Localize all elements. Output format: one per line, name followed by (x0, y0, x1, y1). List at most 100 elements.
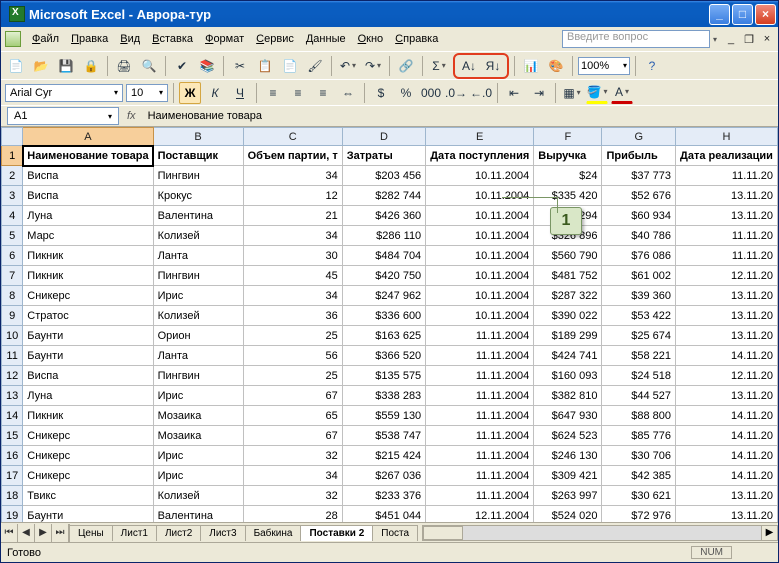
cell[interactable]: $85 776 (602, 426, 676, 446)
tab-last-button[interactable]: ⏭ (52, 524, 69, 542)
save-button[interactable]: 💾 (55, 55, 77, 77)
cell[interactable]: $286 110 (342, 226, 425, 246)
row-header-9[interactable]: 9 (2, 306, 23, 326)
name-box[interactable]: A1▾ (7, 107, 119, 125)
cell[interactable]: Виспа (23, 166, 153, 186)
cell[interactable]: 32 (243, 446, 342, 466)
cell[interactable]: Ирис (153, 286, 243, 306)
col-header-A[interactable]: A (23, 128, 153, 146)
sheet-tab-0[interactable]: Цены (69, 525, 113, 541)
row-header-19[interactable]: 19 (2, 506, 23, 523)
cell[interactable]: $247 962 (342, 286, 425, 306)
cell[interactable]: 10.11.2004 (426, 226, 534, 246)
sort-descending-button[interactable]: Я↓ (482, 55, 504, 77)
excel-doc-icon[interactable] (5, 31, 21, 47)
font-color-button[interactable]: A (611, 82, 633, 104)
undo-button[interactable]: ↶ (337, 55, 359, 77)
col-header-E[interactable]: E (426, 128, 534, 146)
cell[interactable]: $30 621 (602, 486, 676, 506)
chart-wizard-button[interactable]: 📊 (520, 55, 542, 77)
cell[interactable]: 13.11.20 (676, 386, 778, 406)
cell[interactable]: 13.11.20 (676, 306, 778, 326)
redo-button[interactable]: ↷ (362, 55, 384, 77)
drawing-button[interactable]: 🎨 (545, 55, 567, 77)
cell[interactable]: $282 744 (342, 186, 425, 206)
cell[interactable]: Сникерс (23, 466, 153, 486)
row-header-2[interactable]: 2 (2, 166, 23, 186)
menu-окно[interactable]: Окно (352, 30, 390, 48)
maximize-button[interactable]: □ (732, 4, 753, 25)
cell[interactable]: Баунти (23, 326, 153, 346)
scrollbar-thumb[interactable] (423, 526, 463, 540)
cell[interactable]: Сникерс (23, 426, 153, 446)
sheet-tab-4[interactable]: Бабкина (245, 525, 302, 541)
increase-indent-button[interactable]: ⇥ (528, 82, 550, 104)
cell[interactable]: $366 520 (342, 346, 425, 366)
col-header-B[interactable]: B (153, 128, 243, 146)
font-name-combo[interactable]: Arial Cyr▾ (5, 84, 123, 102)
cell[interactable]: 11.11.20 (676, 246, 778, 266)
merge-center-button[interactable]: ⇔ (337, 82, 359, 104)
cell[interactable]: 14.11.20 (676, 466, 778, 486)
cell[interactable]: Валентина (153, 506, 243, 523)
italic-button[interactable]: К (204, 82, 226, 104)
cell[interactable]: $267 036 (342, 466, 425, 486)
cell[interactable]: $559 130 (342, 406, 425, 426)
header-cell[interactable]: Дата реализации (676, 146, 778, 166)
cell[interactable]: $58 221 (602, 346, 676, 366)
cut-button[interactable]: ✂ (229, 55, 251, 77)
cell[interactable]: Ирис (153, 386, 243, 406)
percent-button[interactable]: % (395, 82, 417, 104)
cell[interactable]: $424 741 (534, 346, 602, 366)
cell[interactable]: 25 (243, 366, 342, 386)
row-header-8[interactable]: 8 (2, 286, 23, 306)
row-header-4[interactable]: 4 (2, 206, 23, 226)
cell[interactable]: $420 750 (342, 266, 425, 286)
cell[interactable]: Луна (23, 206, 153, 226)
cell[interactable]: $163 625 (342, 326, 425, 346)
cell[interactable]: 11.11.2004 (426, 486, 534, 506)
cell[interactable]: 10.11.2004 (426, 306, 534, 326)
cell[interactable]: 21 (243, 206, 342, 226)
cell[interactable]: $484 704 (342, 246, 425, 266)
cell[interactable]: 10.11.2004 (426, 286, 534, 306)
cell[interactable]: 11.11.2004 (426, 426, 534, 446)
cell[interactable]: 30 (243, 246, 342, 266)
cell[interactable]: $451 044 (342, 506, 425, 523)
cell[interactable]: Луна (23, 386, 153, 406)
cell[interactable]: 12 (243, 186, 342, 206)
sheet-tab-5[interactable]: Поставки 2 (300, 525, 373, 541)
open-button[interactable]: 📂 (30, 55, 52, 77)
tab-next-button[interactable]: ▶ (35, 524, 52, 542)
cell[interactable]: $160 093 (534, 366, 602, 386)
col-header-H[interactable]: H (676, 128, 778, 146)
worksheet-grid[interactable]: ABCDEFGH 1Наименование товараПоставщикОб… (1, 127, 778, 522)
bold-button[interactable]: Ж (179, 82, 201, 104)
col-header-F[interactable]: F (534, 128, 602, 146)
doc-minimize-button[interactable]: _ (724, 32, 738, 46)
cell[interactable]: Пикник (23, 266, 153, 286)
minimize-button[interactable]: _ (709, 4, 730, 25)
cell[interactable]: $135 575 (342, 366, 425, 386)
row-header-6[interactable]: 6 (2, 246, 23, 266)
cell[interactable]: Сникерс (23, 446, 153, 466)
cell[interactable]: $338 283 (342, 386, 425, 406)
tab-prev-button[interactable]: ◀ (18, 524, 35, 542)
cell[interactable]: $61 002 (602, 266, 676, 286)
row-header-13[interactable]: 13 (2, 386, 23, 406)
cell[interactable]: $53 422 (602, 306, 676, 326)
cell[interactable]: Колизей (153, 486, 243, 506)
doc-close-button[interactable]: × (760, 32, 774, 46)
cell[interactable]: 32 (243, 486, 342, 506)
comma-button[interactable]: 000 (420, 82, 442, 104)
cell[interactable]: 34 (243, 466, 342, 486)
menu-справка[interactable]: Справка (389, 30, 444, 48)
cell[interactable]: 11.11.20 (676, 166, 778, 186)
align-center-button[interactable]: ≡ (287, 82, 309, 104)
hyperlink-button[interactable]: 🔗 (395, 55, 417, 77)
menu-данные[interactable]: Данные (300, 30, 352, 48)
cell[interactable]: Мозаика (153, 406, 243, 426)
cell[interactable]: $24 518 (602, 366, 676, 386)
row-header-3[interactable]: 3 (2, 186, 23, 206)
header-cell[interactable]: Поставщик (153, 146, 243, 166)
